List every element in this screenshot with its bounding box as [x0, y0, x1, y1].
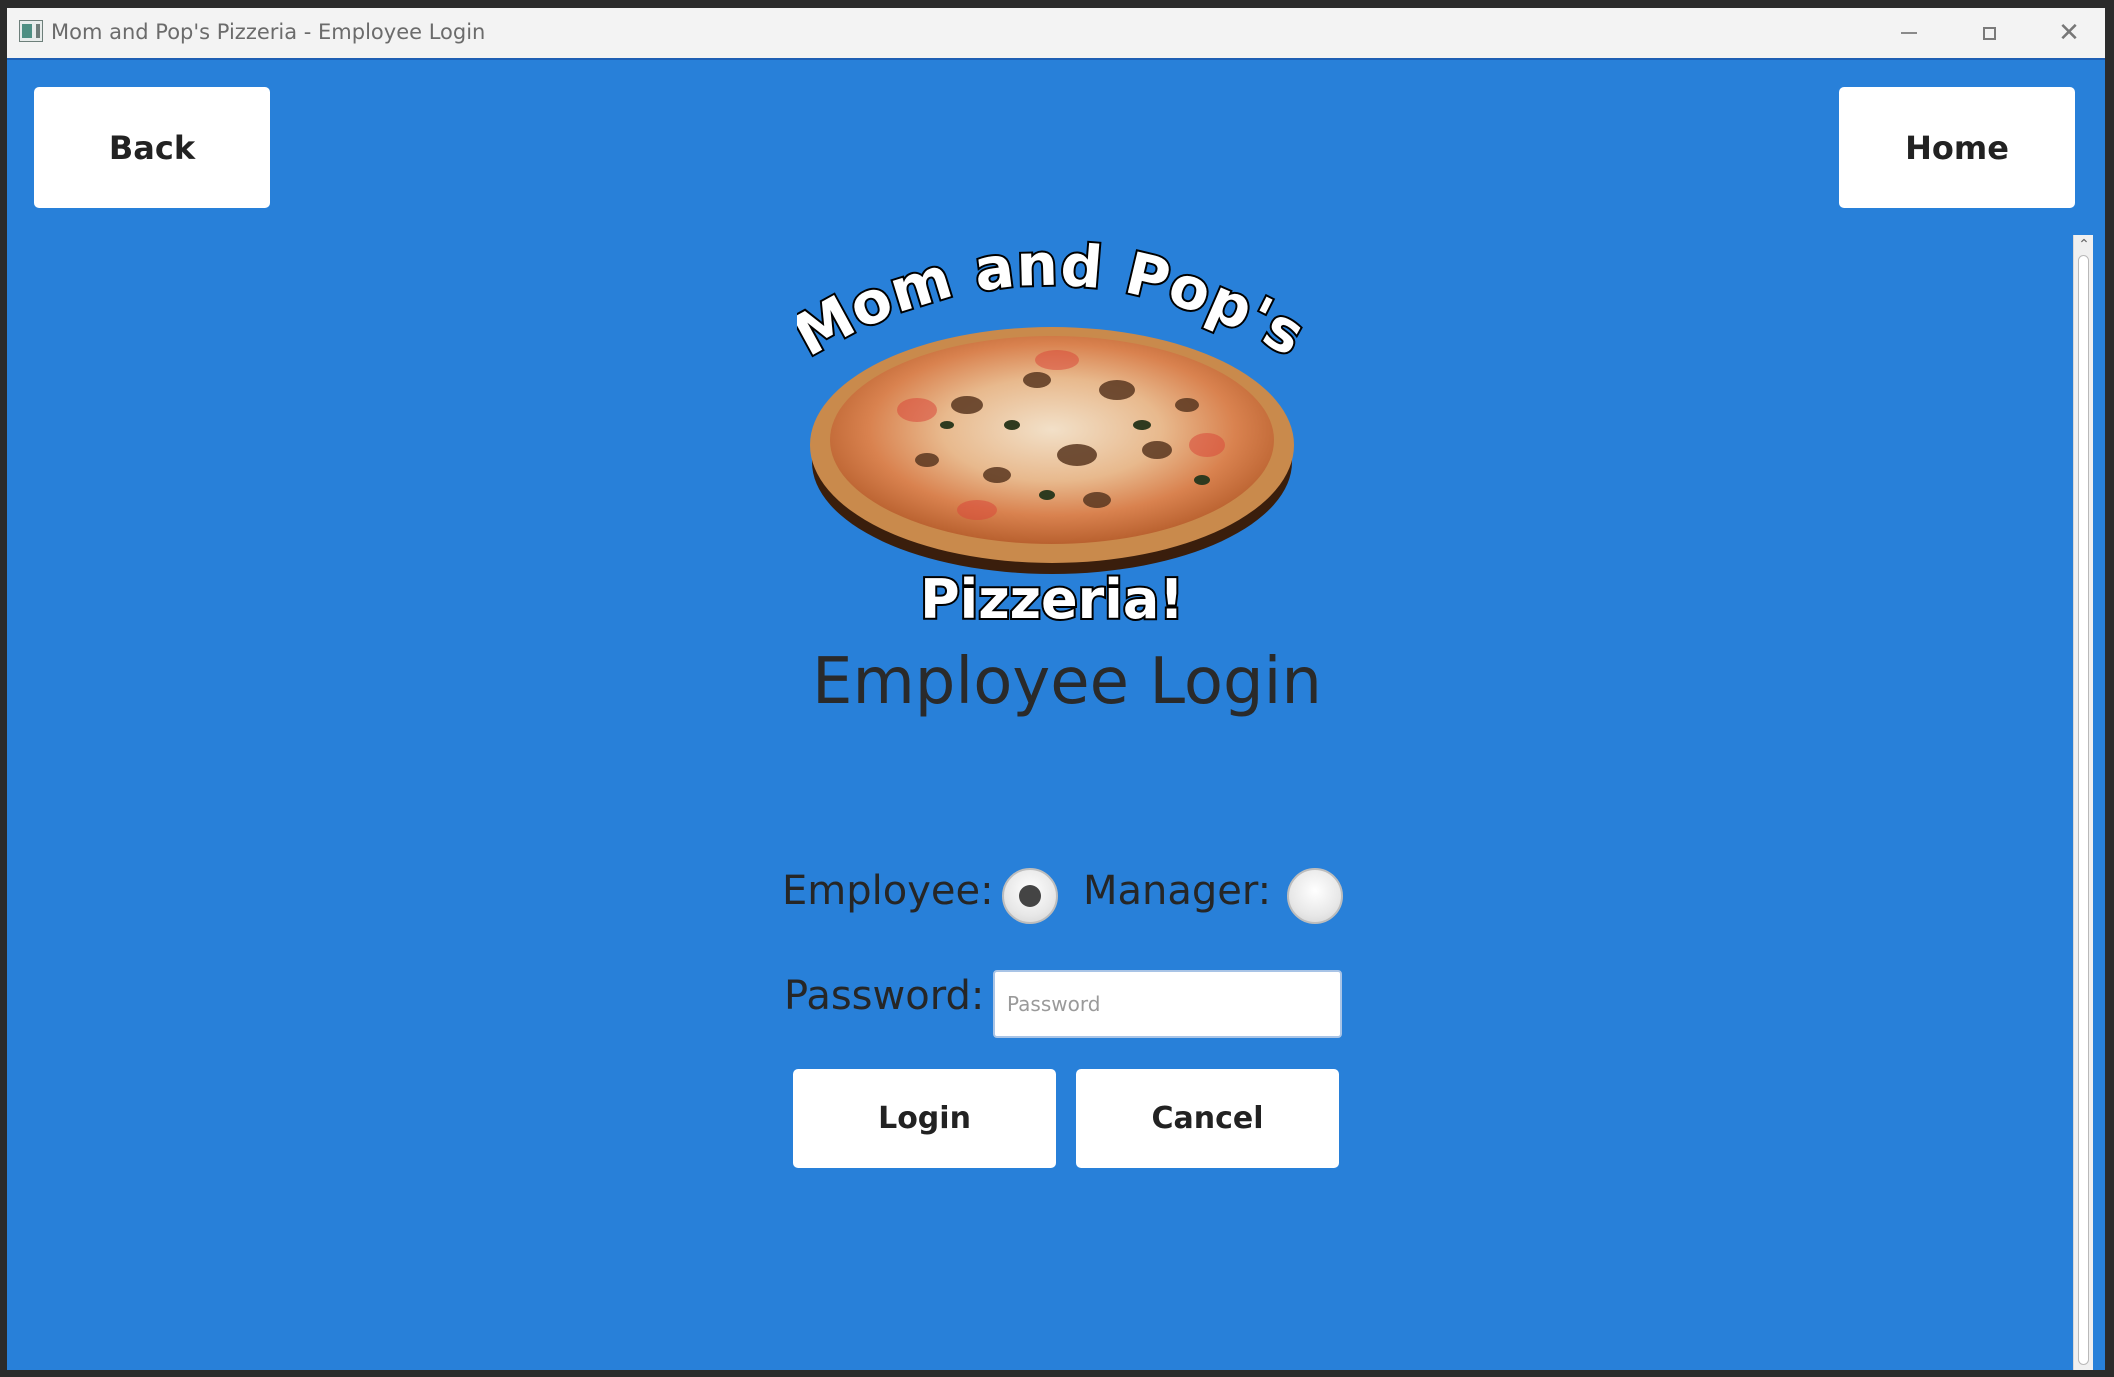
password-label: Password:: [784, 973, 985, 1019]
cancel-button[interactable]: Cancel: [1076, 1069, 1339, 1168]
employee-radio-label: Employee:: [782, 868, 994, 914]
logo-bottom-text: Pizzeria!: [920, 568, 1184, 630]
window-title: Mom and Pop's Pizzeria - Employee Login: [51, 20, 486, 44]
scroll-thumb[interactable]: [2078, 255, 2089, 1365]
maximize-button[interactable]: [1949, 8, 2029, 58]
manager-radio[interactable]: [1287, 868, 1343, 924]
app-icon: [19, 20, 43, 42]
close-icon: ✕: [2058, 18, 2080, 48]
pizzeria-logo: Mom and Pop's Pizzeria!: [797, 240, 1307, 630]
scroll-up-arrow-icon[interactable]: ⌃: [2074, 235, 2094, 255]
login-screen: Back Home ⌃ om and Pop' Pizzeria! Employ…: [7, 58, 2105, 1370]
home-button[interactable]: Home: [1839, 87, 2075, 208]
password-field[interactable]: [993, 970, 1342, 1038]
minimize-icon: [1901, 32, 1917, 34]
title-bar[interactable]: Mom and Pop's Pizzeria - Employee Login …: [7, 8, 2105, 58]
login-button[interactable]: Login: [793, 1069, 1056, 1168]
minimize-button[interactable]: [1869, 8, 1949, 58]
maximize-icon: [1982, 26, 1996, 40]
page-title: Employee Login: [812, 645, 1322, 719]
manager-radio-label: Manager:: [1083, 868, 1272, 914]
close-button[interactable]: ✕: [2029, 8, 2105, 58]
app-window: Mom and Pop's Pizzeria - Employee Login …: [7, 8, 2105, 1370]
back-button[interactable]: Back: [34, 87, 270, 208]
vertical-scrollbar[interactable]: ⌃: [2073, 235, 2093, 1370]
radio-selected-indicator: [1019, 885, 1041, 907]
employee-radio[interactable]: [1002, 868, 1058, 924]
